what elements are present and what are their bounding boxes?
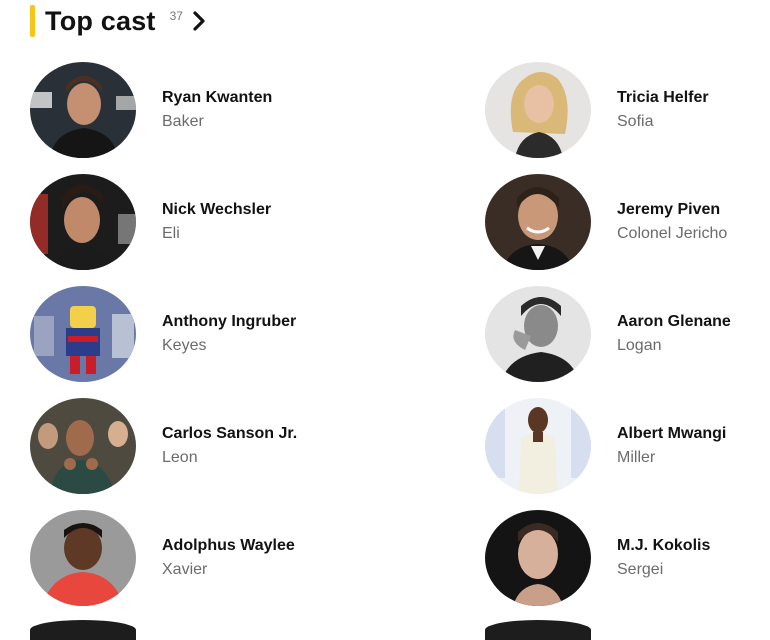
actor-name[interactable]: Tricia Helfer — [617, 87, 709, 109]
actor-name[interactable]: Ryan Kwanten — [162, 87, 272, 109]
actor-headshot[interactable] — [30, 174, 136, 270]
actor-name[interactable]: Adolphus Waylee — [162, 535, 295, 557]
actor-headshot[interactable] — [30, 286, 136, 382]
cast-card[interactable]: Anthony Ingruber Keyes — [30, 286, 330, 382]
cast-row: Ryan Kwanten Baker Tricia Helfer Sofia — [30, 62, 770, 174]
actor-name[interactable]: Nick Wechsler — [162, 199, 271, 221]
cast-card[interactable]: Tricia Helfer Sofia — [485, 62, 770, 158]
actor-name[interactable]: Anthony Ingruber — [162, 311, 296, 333]
actor-headshot[interactable] — [485, 174, 591, 270]
cast-card[interactable]: Aaron Glenane Logan — [485, 286, 770, 382]
actor-name[interactable]: Jeremy Piven — [617, 199, 727, 221]
cast-card[interactable]: M.J. Kokolis Sergei — [485, 510, 770, 606]
section-title[interactable]: Top cast — [45, 6, 156, 37]
actor-headshot[interactable] — [485, 62, 591, 158]
cast-card[interactable]: Nick Wechsler Eli — [30, 174, 330, 270]
actor-name[interactable]: Carlos Sanson Jr. — [162, 423, 297, 445]
cast-grid: Ryan Kwanten Baker Tricia Helfer Sofia N… — [30, 62, 770, 622]
cast-count: 37 — [169, 9, 183, 23]
actor-name[interactable]: Aaron Glenane — [617, 311, 731, 333]
character-name[interactable]: Logan — [617, 334, 731, 358]
character-name[interactable]: Sergei — [617, 558, 710, 582]
cast-card[interactable]: Jeremy Piven Colonel Jericho — [485, 174, 770, 270]
character-name[interactable]: Sofia — [617, 110, 709, 134]
actor-headshot[interactable] — [30, 510, 136, 606]
actor-headshot[interactable] — [485, 510, 591, 606]
actor-headshot[interactable] — [485, 286, 591, 382]
cast-row: Adolphus Waylee Xavier M.J. Kokolis Serg… — [30, 510, 770, 622]
character-name[interactable]: Keyes — [162, 334, 296, 358]
character-name[interactable]: Xavier — [162, 558, 295, 582]
character-name[interactable]: Miller — [617, 446, 726, 470]
cast-row: Carlos Sanson Jr. Leon Albert Mwangi Mil… — [30, 398, 770, 510]
actor-headshot[interactable] — [30, 62, 136, 158]
accent-bar — [30, 5, 35, 37]
chevron-right-icon[interactable] — [191, 10, 207, 32]
cast-card[interactable]: Adolphus Waylee Xavier — [30, 510, 330, 606]
actor-headshot[interactable] — [485, 398, 591, 494]
actor-headshot-partial[interactable] — [30, 620, 136, 640]
actor-name[interactable]: M.J. Kokolis — [617, 535, 710, 557]
actor-name[interactable]: Albert Mwangi — [617, 423, 726, 445]
cast-row: Nick Wechsler Eli Jeremy Piven Colonel J… — [30, 174, 770, 286]
character-name[interactable]: Colonel Jericho — [617, 222, 727, 246]
character-name[interactable]: Baker — [162, 110, 272, 134]
section-header: Top cast 37 — [30, 4, 207, 38]
character-name[interactable]: Eli — [162, 222, 271, 246]
actor-headshot[interactable] — [30, 398, 136, 494]
cast-card[interactable]: Ryan Kwanten Baker — [30, 62, 330, 158]
cast-card[interactable]: Albert Mwangi Miller — [485, 398, 770, 494]
cast-card[interactable]: Carlos Sanson Jr. Leon — [30, 398, 330, 494]
actor-headshot-partial[interactable] — [485, 620, 591, 640]
cast-row: Anthony Ingruber Keyes Aaron Glenane Log… — [30, 286, 770, 398]
character-name[interactable]: Leon — [162, 446, 297, 470]
